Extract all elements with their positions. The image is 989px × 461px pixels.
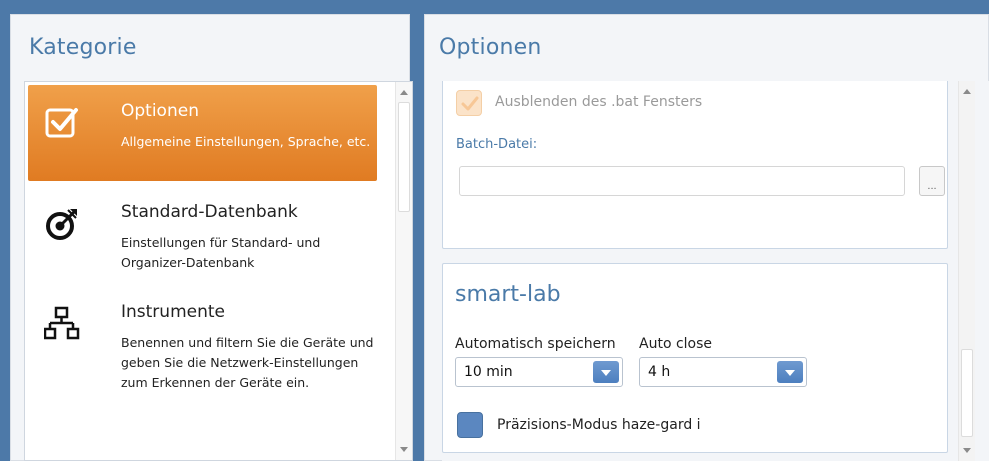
hide-bat-window-label: Ausblenden des .bat Fensters	[495, 94, 703, 110]
checkmark-icon	[461, 96, 479, 111]
category-item-description: Allgemeine Einstellungen, Sprache, etc.	[121, 134, 371, 149]
options-scrollbar[interactable]	[958, 81, 975, 461]
options-panel: Optionen Ausblenden des .bat Fensters Ba…	[424, 14, 989, 461]
auto-close-select[interactable]: 4 h	[639, 357, 807, 387]
precision-mode-label: Präzisions-Modus haze-gard i	[497, 417, 701, 433]
scrollbar-thumb[interactable]	[398, 102, 410, 212]
category-item-optionen[interactable]: Optionen Allgemeine Einstellungen, Sprac…	[28, 85, 377, 181]
scroll-up-arrow-icon[interactable]	[400, 90, 408, 95]
precision-mode-checkbox[interactable]	[457, 412, 483, 438]
category-item-title: Instrumente	[121, 302, 225, 322]
auto-save-select[interactable]: 10 min	[455, 357, 623, 387]
category-panel: Kategorie Optionen Allgemeine Einstellun…	[10, 14, 413, 461]
options-panel-title: Optionen	[439, 35, 542, 60]
browse-button[interactable]: ...	[919, 166, 945, 196]
scroll-down-arrow-icon[interactable]	[963, 448, 971, 453]
smart-lab-group: smart-lab Automatisch speichern 10 min A…	[442, 263, 948, 453]
category-list: Optionen Allgemeine Einstellungen, Sprac…	[24, 81, 413, 461]
category-panel-title: Kategorie	[29, 35, 137, 60]
checkbox-icon	[45, 108, 78, 138]
scrollbar-thumb[interactable]	[961, 349, 973, 437]
category-item-title: Optionen	[121, 101, 199, 121]
batch-file-label: Batch-Datei:	[456, 137, 538, 152]
category-item-standard-datenbank[interactable]: Standard-Datenbank Einstellungen für Sta…	[28, 186, 377, 282]
auto-save-value: 10 min	[464, 364, 513, 380]
smart-lab-title: smart-lab	[455, 282, 561, 307]
batch-file-input[interactable]	[459, 166, 905, 196]
chevron-down-icon[interactable]	[777, 361, 803, 383]
scroll-up-arrow-icon[interactable]	[963, 89, 971, 94]
hide-bat-window-checkbox[interactable]	[456, 90, 482, 116]
chevron-down-icon[interactable]	[593, 361, 619, 383]
batch-settings-group: Ausblenden des .bat Fensters Batch-Datei…	[442, 81, 948, 249]
options-scroll-area: Ausblenden des .bat Fensters Batch-Datei…	[442, 81, 989, 461]
category-item-description: Einstellungen für Standard- und Organize…	[121, 235, 321, 270]
auto-save-label: Automatisch speichern	[455, 336, 616, 352]
network-icon	[44, 306, 80, 340]
category-list-scrollbar[interactable]	[395, 82, 412, 460]
category-item-description: Benennen und filtern Sie die Geräte und …	[121, 335, 374, 390]
auto-close-label: Auto close	[639, 336, 713, 352]
auto-close-value: 4 h	[648, 364, 671, 380]
target-arrow-icon	[46, 209, 77, 240]
category-item-title: Standard-Datenbank	[121, 202, 298, 222]
scroll-down-arrow-icon[interactable]	[400, 447, 408, 452]
category-item-instrumente[interactable]: Instrumente Benennen und filtern Sie die…	[28, 286, 377, 426]
